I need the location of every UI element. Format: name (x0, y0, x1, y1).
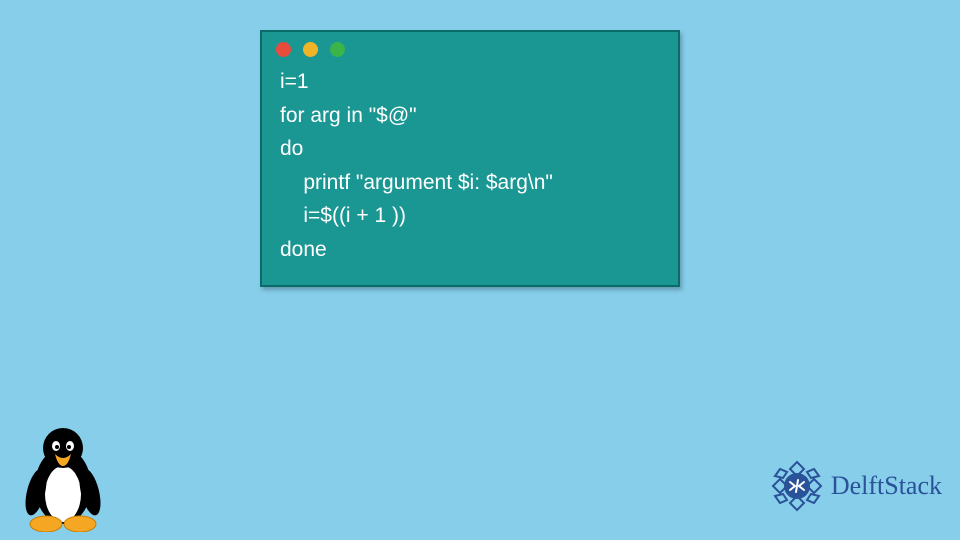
tux-penguin-icon (18, 422, 108, 532)
delftstack-text: DelftStack (831, 471, 942, 501)
close-dot-icon (276, 42, 291, 57)
window-titlebar (262, 32, 678, 59)
maximize-dot-icon (330, 42, 345, 57)
delftstack-badge-icon (769, 458, 825, 514)
minimize-dot-icon (303, 42, 318, 57)
delftstack-logo: DelftStack (769, 458, 942, 514)
code-window: i=1 for arg in "$@" do printf "argument … (260, 30, 680, 287)
code-block: i=1 for arg in "$@" do printf "argument … (262, 59, 678, 285)
